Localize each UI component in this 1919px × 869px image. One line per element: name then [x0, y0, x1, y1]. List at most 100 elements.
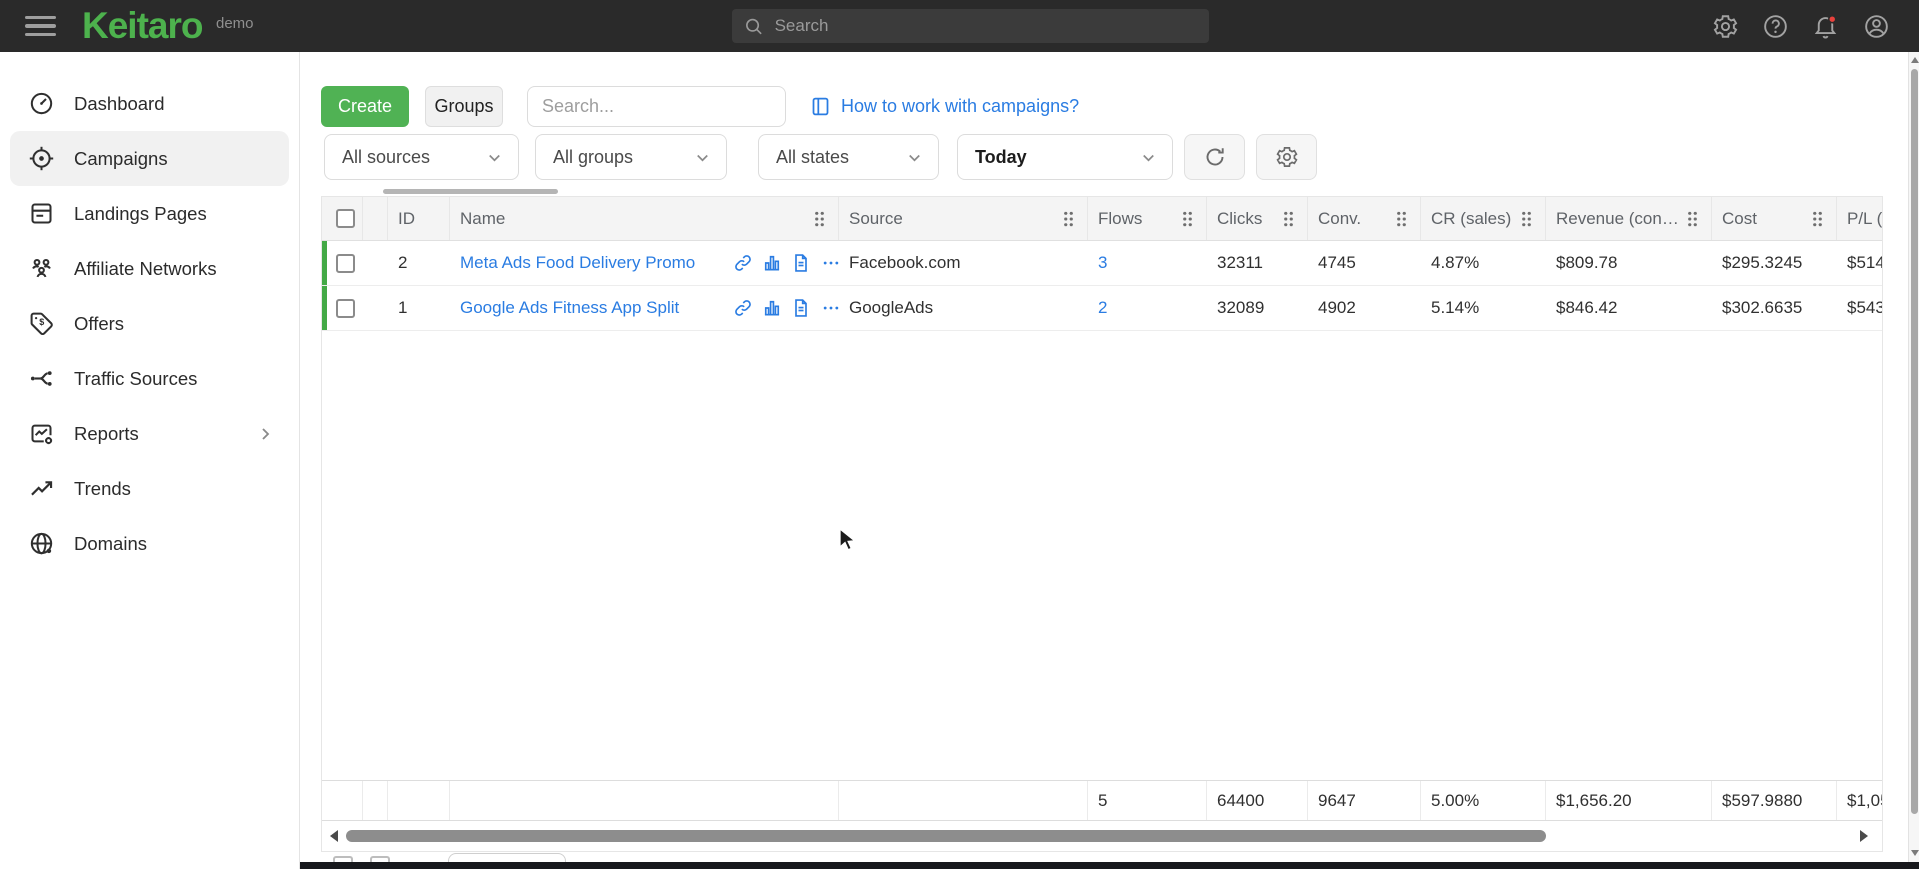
chevron-down-icon — [485, 148, 504, 167]
column-drag-handle[interactable] — [814, 210, 825, 227]
select-all-checkbox[interactable] — [336, 209, 355, 228]
flows-count-link[interactable]: 3 — [1098, 253, 1107, 272]
table-header-row: ID Name Source Flows Clicks Conv. CR (sa… — [322, 197, 1882, 241]
column-drag-handle[interactable] — [1063, 210, 1074, 227]
sidebar-item-traffic-sources[interactable]: Traffic Sources — [10, 351, 289, 406]
column-drag-handle[interactable] — [1687, 210, 1698, 227]
campaign-id: 1 — [388, 298, 450, 318]
page-vertical-scrollbar — [1908, 52, 1919, 869]
column-header-pl[interactable]: P/L ( — [1837, 197, 1883, 240]
gear-icon — [1275, 145, 1299, 169]
dashboard-icon — [28, 90, 55, 117]
column-drag-handle[interactable] — [1812, 210, 1823, 227]
total-cr-sales: 5.00% — [1421, 781, 1546, 820]
total-revenue: $1,656.20 — [1546, 781, 1712, 820]
chevron-down-icon — [693, 148, 712, 167]
campaign-log-icon[interactable] — [791, 298, 811, 318]
account-icon[interactable] — [1863, 13, 1890, 40]
help-campaigns-link[interactable]: How to work with campaigns? — [810, 96, 1079, 117]
total-conversions: 9647 — [1308, 781, 1421, 820]
table-totals-row: 5 64400 9647 5.00% $1,656.20 $597.9880 $… — [322, 780, 1882, 821]
cost-value: $302.6635 — [1712, 298, 1837, 318]
campaign-source: GoogleAds — [839, 298, 1088, 318]
sidebar-item-dashboard[interactable]: Dashboard — [10, 76, 289, 131]
column-header-source[interactable]: Source — [839, 197, 1088, 240]
column-header-id[interactable]: ID — [388, 197, 450, 240]
campaign-log-icon[interactable] — [791, 253, 811, 273]
landing-page-icon — [28, 200, 55, 227]
states-filter-dropdown[interactable]: All states — [758, 134, 939, 180]
affiliate-networks-icon — [28, 255, 55, 282]
flows-count-link[interactable]: 2 — [1098, 298, 1107, 317]
row-checkbox[interactable] — [336, 254, 355, 273]
pl-value: $514 — [1837, 253, 1883, 273]
column-header-revenue[interactable]: Revenue (con… — [1546, 197, 1712, 240]
total-cost: $597.9880 — [1712, 781, 1837, 820]
horizontal-scrollbar-thumb[interactable] — [346, 830, 1546, 842]
vertical-scrollbar-thumb[interactable] — [1911, 69, 1918, 814]
sidebar-item-domains[interactable]: Domains — [10, 516, 289, 571]
campaign-link-icon[interactable] — [733, 298, 753, 318]
row-checkbox[interactable] — [336, 299, 355, 318]
sidebar-item-offers[interactable]: $ Offers — [10, 296, 289, 351]
column-drag-handle[interactable] — [1521, 210, 1532, 227]
cr-sales-value: 4.87% — [1421, 253, 1546, 273]
groups-button[interactable]: Groups — [425, 86, 503, 127]
table-row: 2 Meta Ads Food Delivery Promo Facebook.… — [322, 241, 1882, 286]
top-bar: Keitaro demo — [0, 0, 1919, 52]
environment-badge: demo — [216, 15, 254, 32]
column-header-name[interactable]: Name — [450, 197, 839, 240]
table-settings-button[interactable] — [1256, 134, 1317, 180]
sidebar-item-affiliate-networks[interactable]: Affiliate Networks — [10, 241, 289, 296]
scroll-right-arrow[interactable] — [1860, 830, 1868, 842]
column-header-clicks[interactable]: Clicks — [1207, 197, 1308, 240]
sidebar-item-reports[interactable]: Reports — [10, 406, 289, 461]
global-search-input[interactable] — [775, 16, 1197, 36]
sources-filter-dropdown[interactable]: All sources — [324, 134, 519, 180]
groups-filter-dropdown[interactable]: All groups — [535, 134, 727, 180]
campaign-link-icon[interactable] — [733, 253, 753, 273]
reports-icon — [28, 420, 55, 447]
campaign-search-input[interactable] — [527, 86, 786, 127]
sidebar-item-landings-pages[interactable]: Landings Pages — [10, 186, 289, 241]
scroll-left-arrow[interactable] — [330, 830, 338, 842]
campaign-stats-icon[interactable] — [762, 298, 782, 318]
sidebar-item-label: Dashboard — [74, 93, 165, 115]
refresh-button[interactable] — [1184, 134, 1245, 180]
column-drag-handle[interactable] — [1396, 210, 1407, 227]
more-actions-icon[interactable] — [820, 253, 839, 273]
date-range-dropdown[interactable]: Today — [957, 134, 1173, 180]
notifications-bell-icon[interactable] — [1812, 13, 1839, 40]
column-header-cost[interactable]: Cost — [1712, 197, 1837, 240]
menu-toggle-icon[interactable] — [25, 16, 56, 36]
campaign-id: 2 — [388, 253, 450, 273]
campaign-stats-icon[interactable] — [762, 253, 782, 273]
global-search[interactable] — [732, 9, 1209, 43]
chevron-down-icon — [905, 148, 924, 167]
sidebar-item-trends[interactable]: Trends — [10, 461, 289, 516]
sidebar-item-campaigns[interactable]: Campaigns — [10, 131, 289, 186]
campaign-name-link[interactable]: Google Ads Fitness App Split — [460, 298, 679, 318]
sidebar: Dashboard Campaigns Landings Pages Affil… — [0, 52, 300, 869]
offers-tag-icon: $ — [28, 310, 55, 337]
column-header-flows[interactable]: Flows — [1088, 197, 1207, 240]
column-drag-handle[interactable] — [1182, 210, 1193, 227]
help-icon[interactable] — [1762, 13, 1789, 40]
table-top-scrollbar-thumb[interactable] — [383, 189, 558, 194]
scroll-up-arrow[interactable] — [1911, 57, 1919, 63]
traffic-sources-icon — [28, 365, 55, 392]
campaign-name-link[interactable]: Meta Ads Food Delivery Promo — [460, 253, 695, 273]
sidebar-item-label: Landings Pages — [74, 203, 207, 225]
scroll-down-arrow[interactable] — [1911, 850, 1919, 856]
revenue-value: $809.78 — [1546, 253, 1712, 273]
help-campaigns-link-label: How to work with campaigns? — [841, 96, 1079, 117]
conversions-value: 4902 — [1308, 298, 1421, 318]
create-button[interactable]: Create — [321, 86, 409, 127]
column-header-conv[interactable]: Conv. — [1308, 197, 1421, 240]
more-actions-icon[interactable] — [820, 298, 839, 318]
settings-gear-icon[interactable] — [1712, 13, 1739, 40]
column-header-cr-sales[interactable]: CR (sales) — [1421, 197, 1546, 240]
select-all-cell — [322, 197, 363, 240]
total-clicks: 64400 — [1207, 781, 1308, 820]
column-drag-handle[interactable] — [1283, 210, 1294, 227]
